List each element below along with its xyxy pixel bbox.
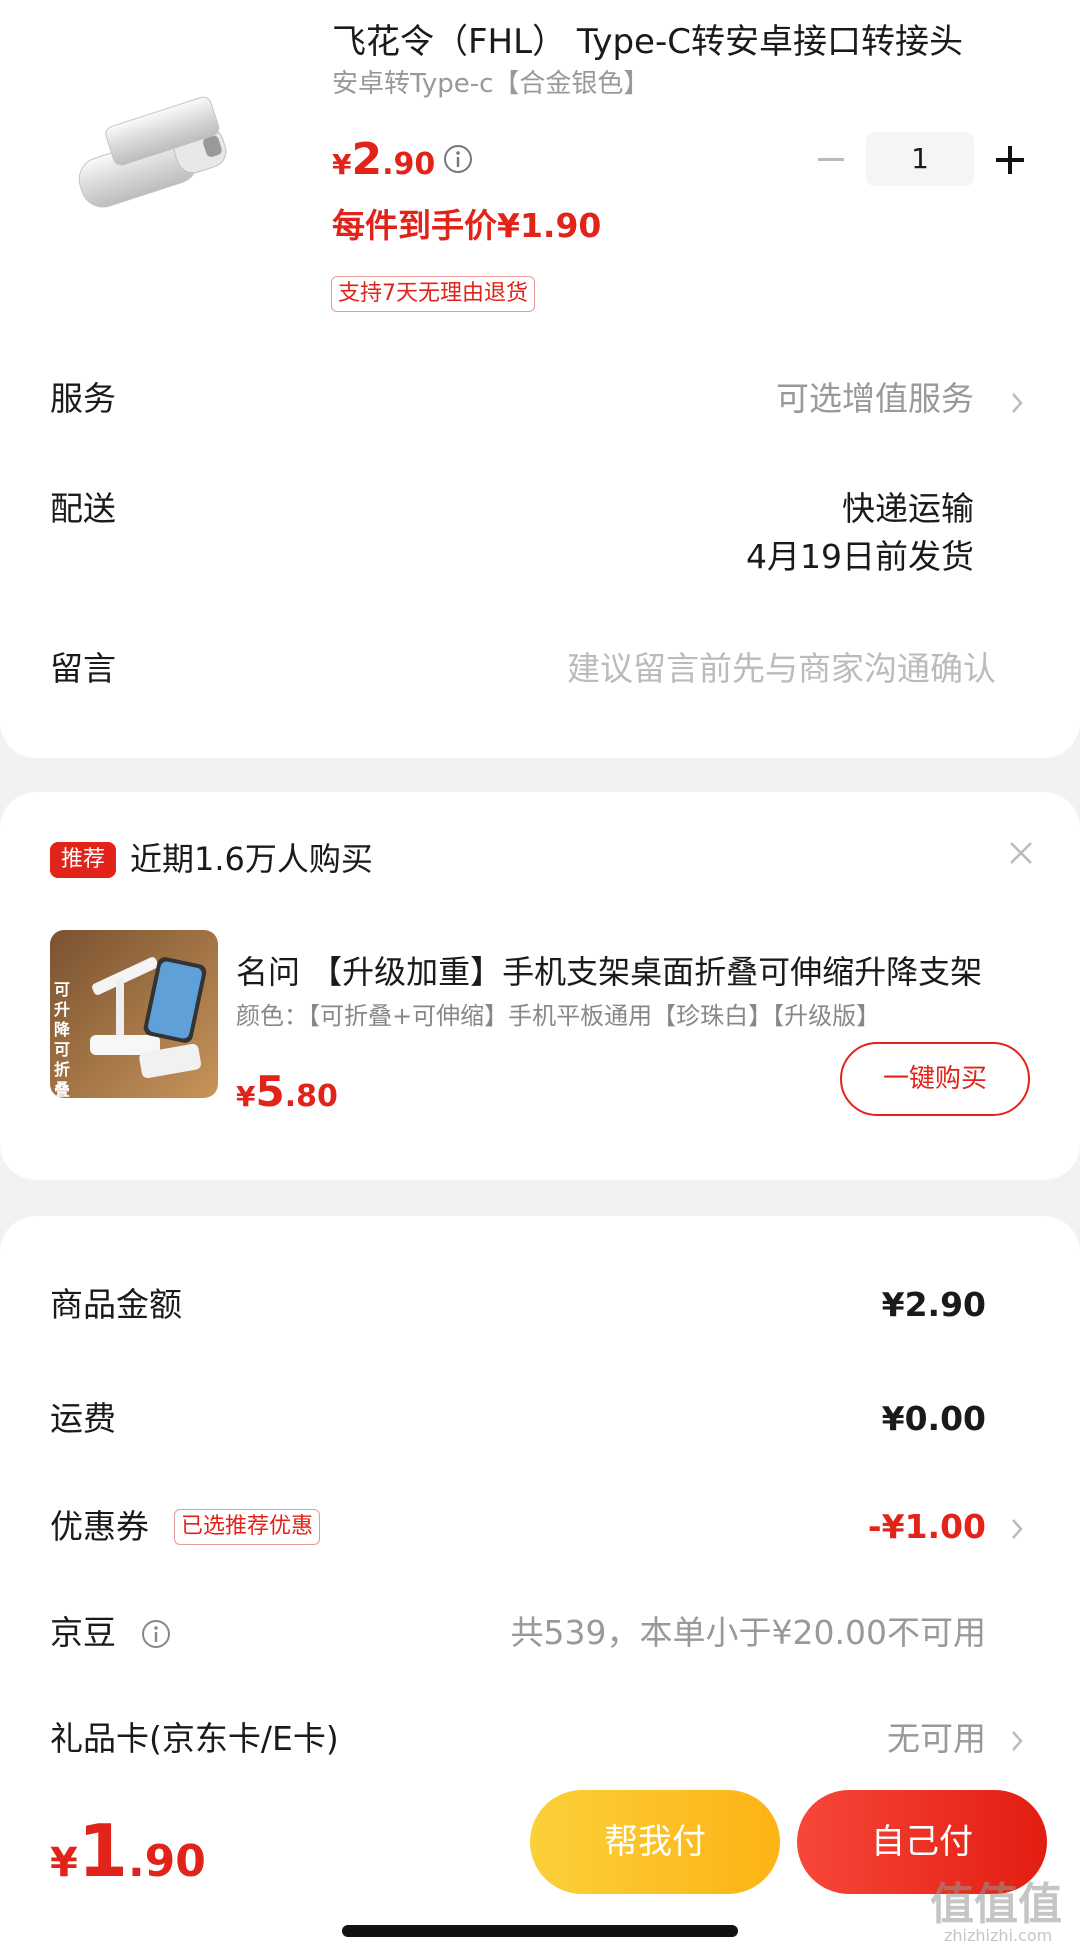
recommend-product-spec: 颜色：【可折叠+可伸缩】手机平板通用【珍珠白】【升级版】 [236, 1002, 881, 1030]
coupon-value[interactable]: -¥1.00 [868, 1502, 986, 1552]
delivery-method[interactable]: 快递运输 [842, 484, 974, 534]
service-label: 服务 [50, 379, 116, 418]
product-spec: 安卓转Type-c【合金银色】 [332, 69, 650, 99]
chevron-right-icon[interactable] [1008, 388, 1026, 418]
quantity-decrease-button[interactable] [812, 140, 848, 180]
shipping-value: ¥0.00 [881, 1399, 986, 1438]
product-title[interactable]: 飞花令（FHL） Type-C转安卓接口转接头 [332, 18, 1012, 66]
chevron-right-icon[interactable] [1008, 1726, 1026, 1756]
recommend-product-name[interactable]: 名问 【升级加重】手机支架桌面折叠可伸缩升降支架 [236, 948, 1006, 996]
recommend-badge: 推荐 [50, 842, 116, 878]
coupon-label: 优惠券 [50, 1507, 149, 1546]
gift-card-label: 礼品卡(京东卡/E卡) [50, 1719, 339, 1758]
message-input[interactable]: 建议留言前先与商家沟通确认 [567, 644, 996, 694]
one-click-buy-button[interactable]: 一键购买 [840, 1042, 1030, 1116]
home-indicator[interactable] [342, 1925, 738, 1937]
shipping-label: 运费 [50, 1399, 116, 1438]
chevron-right-icon[interactable] [1008, 1514, 1026, 1544]
close-icon[interactable] [1006, 838, 1036, 868]
quantity-input[interactable]: 1 [866, 132, 974, 186]
service-value[interactable]: 可选增值服务 [776, 374, 974, 424]
message-label: 留言 [50, 649, 116, 688]
delivery-date: 4月19日前发货 [746, 537, 974, 576]
jd-bean-value: 共539，本单小于¥20.00不可用 [510, 1613, 986, 1652]
info-icon[interactable] [140, 1618, 172, 1650]
total-price: ¥1.90 [50, 1809, 206, 1893]
goods-amount-value: ¥2.90 [881, 1285, 986, 1324]
product-price: ¥2.90 [332, 134, 436, 185]
recommend-image-text: 可升降可折叠 [54, 980, 71, 1098]
recommend-title: 近期1.6万人购买 [130, 840, 373, 878]
delivery-label: 配送 [50, 489, 116, 528]
quantity-increase-button[interactable] [992, 140, 1028, 180]
coupon-tag: 已选推荐优惠 [174, 1509, 321, 1545]
goods-amount-label: 商品金额 [50, 1285, 182, 1324]
product-image[interactable] [56, 86, 246, 236]
final-price: 每件到手价¥1.90 [332, 206, 602, 245]
gift-card-value[interactable]: 无可用 [887, 1714, 986, 1764]
info-icon[interactable] [442, 143, 474, 175]
watermark-logo: 值值值 [930, 1879, 1062, 1930]
watermark-url: zhizhizhi.com [944, 1926, 1053, 1945]
help-me-pay-button[interactable]: 帮我付 [530, 1790, 780, 1894]
jd-bean-label: 京豆 [50, 1613, 116, 1652]
recommend-product-price: ¥5.80 [236, 1067, 338, 1116]
return-policy-tag: 支持7天无理由退货 [331, 276, 535, 312]
recommend-product-image[interactable]: 可升降可折叠 [50, 930, 218, 1098]
